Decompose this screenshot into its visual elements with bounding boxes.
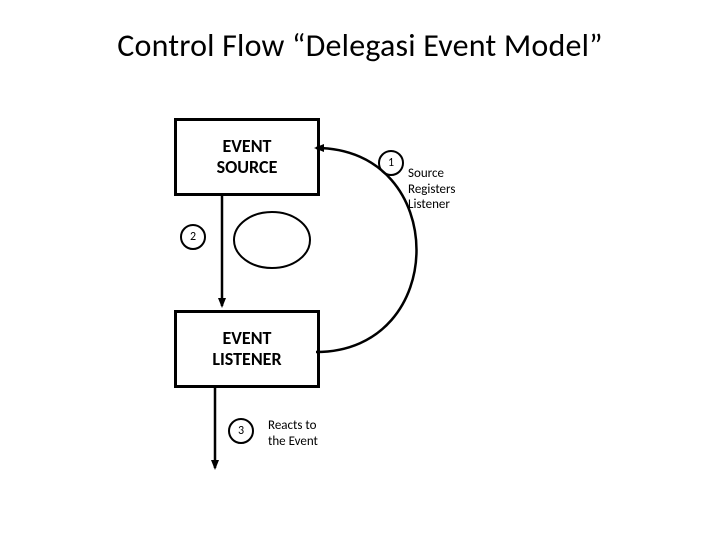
step-2-number: 2 — [190, 230, 196, 244]
step-1-label: Source Registers Listener — [408, 166, 478, 213]
step-2-circle: 2 — [180, 224, 206, 250]
event-listener-label: EVENT LISTENER — [212, 328, 281, 369]
slide-title: Control Flow “Delegasi Event Model” — [0, 26, 720, 65]
step-1-circle: 1 — [378, 150, 404, 176]
event-source-label: EVENT SOURCE — [217, 136, 278, 177]
event-source-box: EVENT SOURCE — [174, 118, 320, 196]
slide: Control Flow “Delegasi Event Model” EVEN… — [0, 0, 720, 540]
step-1-number: 1 — [388, 156, 394, 170]
event-listener-box: EVENT LISTENER — [174, 310, 320, 388]
diagram-container: EVENT SOURCE EVENT LISTENER 1 Source Reg… — [160, 100, 580, 520]
step-3-number: 3 — [238, 424, 244, 438]
step-3-label: Reacts to the Event — [268, 418, 338, 449]
step-3-circle: 3 — [228, 418, 254, 444]
arc-register-listener — [316, 148, 417, 352]
step-2-label: Fires an Event Object — [242, 220, 302, 267]
